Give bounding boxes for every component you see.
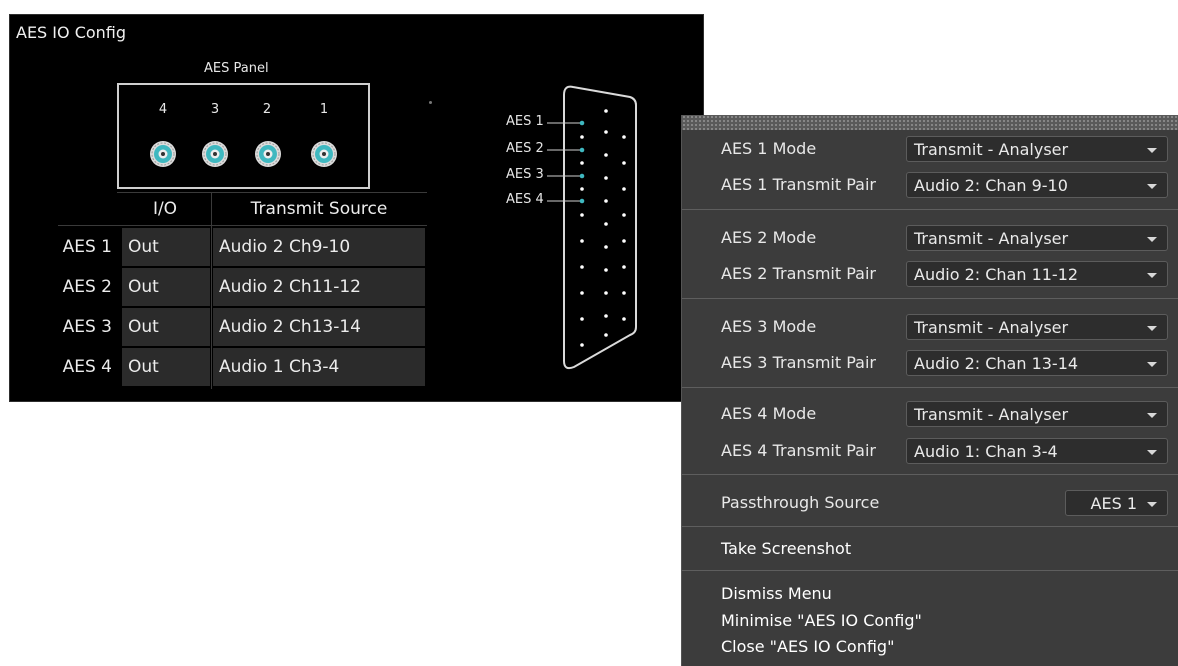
context-menu: AES 1 Mode Transmit - Analyser AES 1 Tra… <box>681 115 1178 666</box>
connector-label-aes-2: AES 2 <box>506 141 544 156</box>
io-cell: Out <box>122 228 210 266</box>
aes-connector-diagram: AES 1 AES 2 AES 3 AES 4 <box>490 77 690 387</box>
chevron-down-icon <box>1147 450 1157 455</box>
close-window-item[interactable]: Close "AES IO Config" <box>721 637 894 656</box>
dropdown-value: Audio 2: Chan 9-10 <box>914 176 1068 195</box>
dropdown-value: Transmit - Analyser <box>914 405 1069 424</box>
aes-io-config-window: AES IO Config AES Panel 4 3 2 1 I/O Tran… <box>9 14 704 402</box>
dropdown-value: Audio 2: Chan 13-14 <box>914 354 1079 373</box>
panel-number-1: 1 <box>319 102 329 117</box>
aes-3-mode-label: AES 3 Mode <box>721 317 817 336</box>
connector-label-aes-4: AES 4 <box>506 192 544 207</box>
aes-2-mode-label: AES 2 Mode <box>721 228 817 247</box>
aes-3-transmit-pair-label: AES 3 Transmit Pair <box>721 353 876 372</box>
dropdown-value: Audio 2: Chan 11-12 <box>914 265 1079 284</box>
chevron-down-icon <box>1147 413 1157 418</box>
window-title: AES IO Config <box>16 23 127 42</box>
bnc-connector-icon <box>255 141 281 167</box>
decorative-dot <box>429 101 432 104</box>
column-header-io: I/O <box>152 199 178 219</box>
chevron-down-icon <box>1147 237 1157 242</box>
row-label: AES 4 <box>58 348 120 386</box>
aes-3-mode-dropdown[interactable]: Transmit - Analyser <box>906 314 1168 340</box>
menu-separator <box>682 526 1178 527</box>
dropdown-value: Audio 1: Chan 3-4 <box>914 442 1058 461</box>
column-header-transmit-source: Transmit Source <box>250 199 388 219</box>
aes-2-transmit-pair-label: AES 2 Transmit Pair <box>721 264 876 283</box>
chevron-down-icon <box>1147 184 1157 189</box>
table-divider <box>211 192 212 389</box>
dropdown-value: Transmit - Analyser <box>914 318 1069 337</box>
aes-2-mode-dropdown[interactable]: Transmit - Analyser <box>906 225 1168 251</box>
chevron-down-icon <box>1147 502 1157 507</box>
minimise-window-item[interactable]: Minimise "AES IO Config" <box>721 611 922 630</box>
aes-1-transmit-pair-label: AES 1 Transmit Pair <box>721 175 876 194</box>
panel-number-3: 3 <box>210 102 220 117</box>
chevron-down-icon <box>1147 148 1157 153</box>
aes-4-mode-label: AES 4 Mode <box>721 404 817 423</box>
chevron-down-icon <box>1147 326 1157 331</box>
panel-number-4: 4 <box>158 102 168 117</box>
aes-1-mode-dropdown[interactable]: Transmit - Analyser <box>906 136 1168 162</box>
aes-4-mode-dropdown[interactable]: Transmit - Analyser <box>906 401 1168 427</box>
menu-separator <box>682 570 1178 571</box>
connector-label-aes-1: AES 1 <box>506 114 544 129</box>
menu-drag-handle[interactable] <box>682 115 1178 130</box>
source-cell: Audio 2 Ch11-12 <box>213 268 425 306</box>
chevron-down-icon <box>1147 273 1157 278</box>
aes-3-transmit-pair-dropdown[interactable]: Audio 2: Chan 13-14 <box>906 350 1168 376</box>
source-cell: Audio 2 Ch13-14 <box>213 308 425 346</box>
aes-1-transmit-pair-dropdown[interactable]: Audio 2: Chan 9-10 <box>906 172 1168 198</box>
chevron-down-icon <box>1147 362 1157 367</box>
bnc-connector-icon <box>150 141 176 167</box>
connector-label-aes-3: AES 3 <box>506 167 544 182</box>
menu-separator <box>682 474 1178 475</box>
io-cell: Out <box>122 268 210 306</box>
aes-panel: 4 3 2 1 <box>117 83 370 189</box>
source-cell: Audio 1 Ch3-4 <box>213 348 425 386</box>
dropdown-value: Transmit - Analyser <box>914 140 1069 159</box>
dropdown-value: Transmit - Analyser <box>914 229 1069 248</box>
source-cell: Audio 2 Ch9-10 <box>213 228 425 266</box>
passthrough-source-label: Passthrough Source <box>721 493 880 512</box>
aes-4-transmit-pair-label: AES 4 Transmit Pair <box>721 441 876 460</box>
row-label: AES 3 <box>58 308 120 346</box>
dropdown-value: AES 1 <box>1090 494 1137 513</box>
bnc-connector-icon <box>311 141 337 167</box>
menu-separator <box>682 387 1178 388</box>
panel-number-2: 2 <box>262 102 272 117</box>
row-label: AES 1 <box>58 228 120 266</box>
aes-panel-title: AES Panel <box>204 61 269 76</box>
bnc-connector-icon <box>202 141 228 167</box>
menu-separator <box>682 209 1178 210</box>
menu-separator <box>682 298 1178 299</box>
aes-1-mode-label: AES 1 Mode <box>721 139 817 158</box>
take-screenshot-item[interactable]: Take Screenshot <box>721 539 851 558</box>
io-cell: Out <box>122 308 210 346</box>
dismiss-menu-item[interactable]: Dismiss Menu <box>721 584 832 603</box>
aes-2-transmit-pair-dropdown[interactable]: Audio 2: Chan 11-12 <box>906 261 1168 287</box>
passthrough-source-dropdown[interactable]: AES 1 <box>1065 490 1168 516</box>
io-cell: Out <box>122 348 210 386</box>
aes-4-transmit-pair-dropdown[interactable]: Audio 1: Chan 3-4 <box>906 438 1168 464</box>
row-label: AES 2 <box>58 268 120 306</box>
